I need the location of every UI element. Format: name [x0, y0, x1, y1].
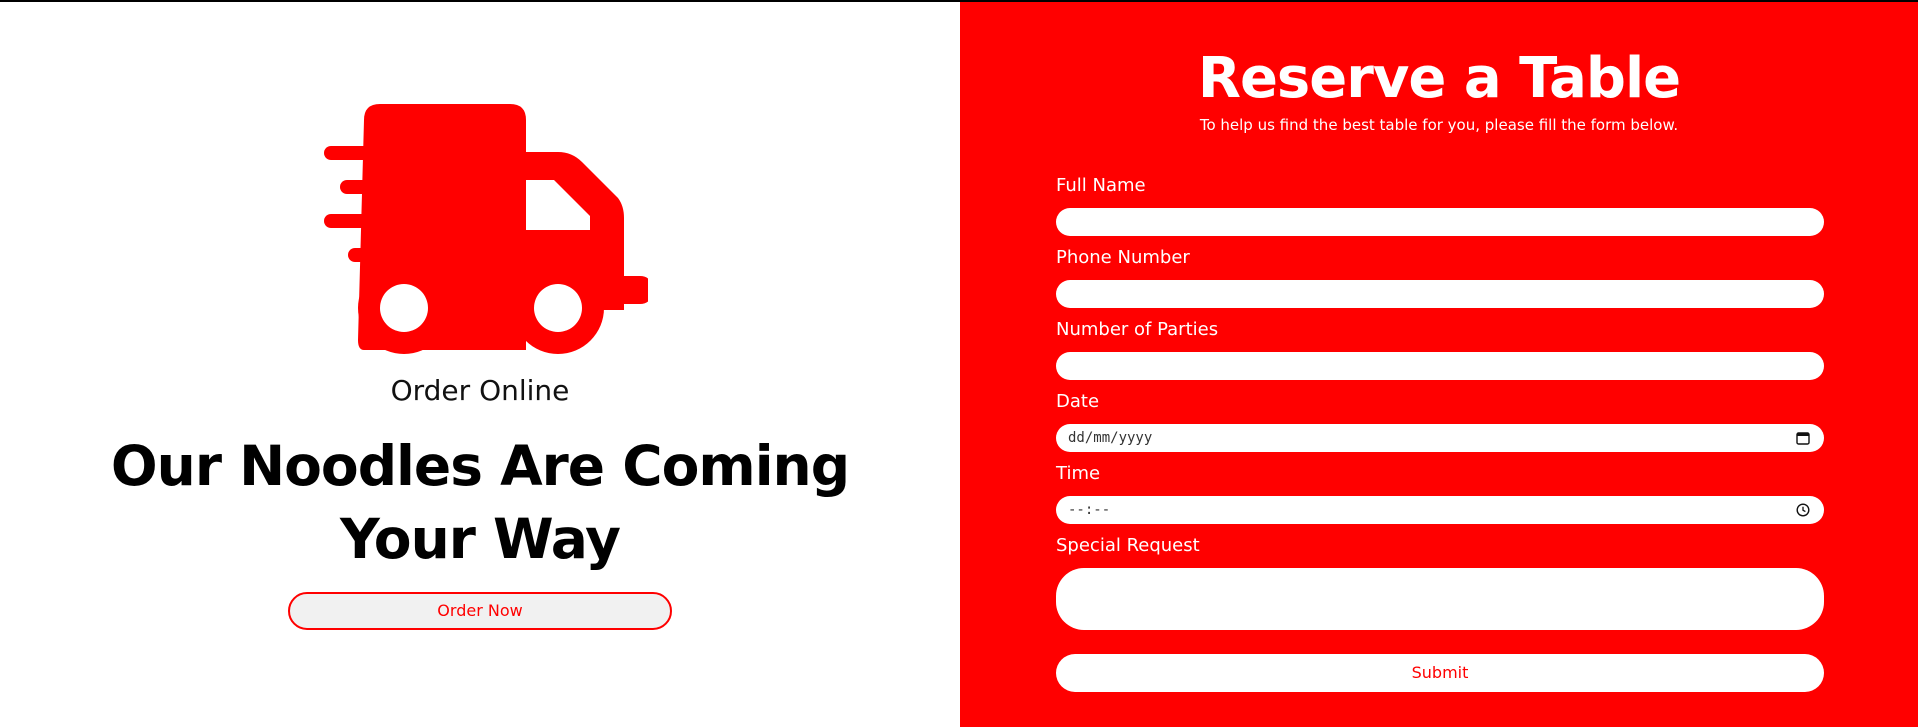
reservation-title: Reserve a Table	[1197, 46, 1681, 111]
order-now-button[interactable]: Order Now	[288, 592, 672, 630]
full-name-input[interactable]	[1056, 208, 1824, 236]
date-label: Date	[1056, 391, 1100, 412]
time-label: Time	[1056, 463, 1101, 484]
special-request-textarea[interactable]	[1056, 568, 1824, 630]
headline-line-2: Your Way	[340, 507, 621, 571]
number-of-parties-label: Number of Parties	[1056, 319, 1219, 340]
reservation-subtitle: To help us find the best table for you, …	[1199, 116, 1679, 134]
full-name-label: Full Name	[1056, 175, 1146, 196]
special-request-label: Special Request	[1056, 535, 1200, 556]
hero-headline: Our Noodles Are Coming Your Way	[100, 430, 860, 576]
phone-number-input[interactable]	[1056, 280, 1824, 308]
headline-line-1: Our Noodles Are Coming	[110, 434, 850, 498]
calendar-icon[interactable]	[1796, 431, 1810, 445]
reservation-panel: Reserve a Table To help us find the best…	[960, 2, 1918, 727]
time-input[interactable]: --:--	[1056, 496, 1824, 524]
time-placeholder: --:--	[1068, 502, 1111, 518]
date-input[interactable]: dd/mm/yyyy	[1056, 424, 1824, 452]
number-of-parties-input[interactable]	[1056, 352, 1824, 380]
phone-number-label: Phone Number	[1056, 247, 1190, 268]
order-online-label: Order Online	[390, 374, 570, 407]
submit-button[interactable]: Submit	[1056, 654, 1824, 692]
date-placeholder: dd/mm/yyyy	[1068, 430, 1153, 446]
delivery-truck-icon	[324, 104, 648, 354]
order-online-panel: Order Online Our Noodles Are Coming Your…	[0, 2, 960, 727]
clock-icon[interactable]	[1796, 503, 1810, 517]
